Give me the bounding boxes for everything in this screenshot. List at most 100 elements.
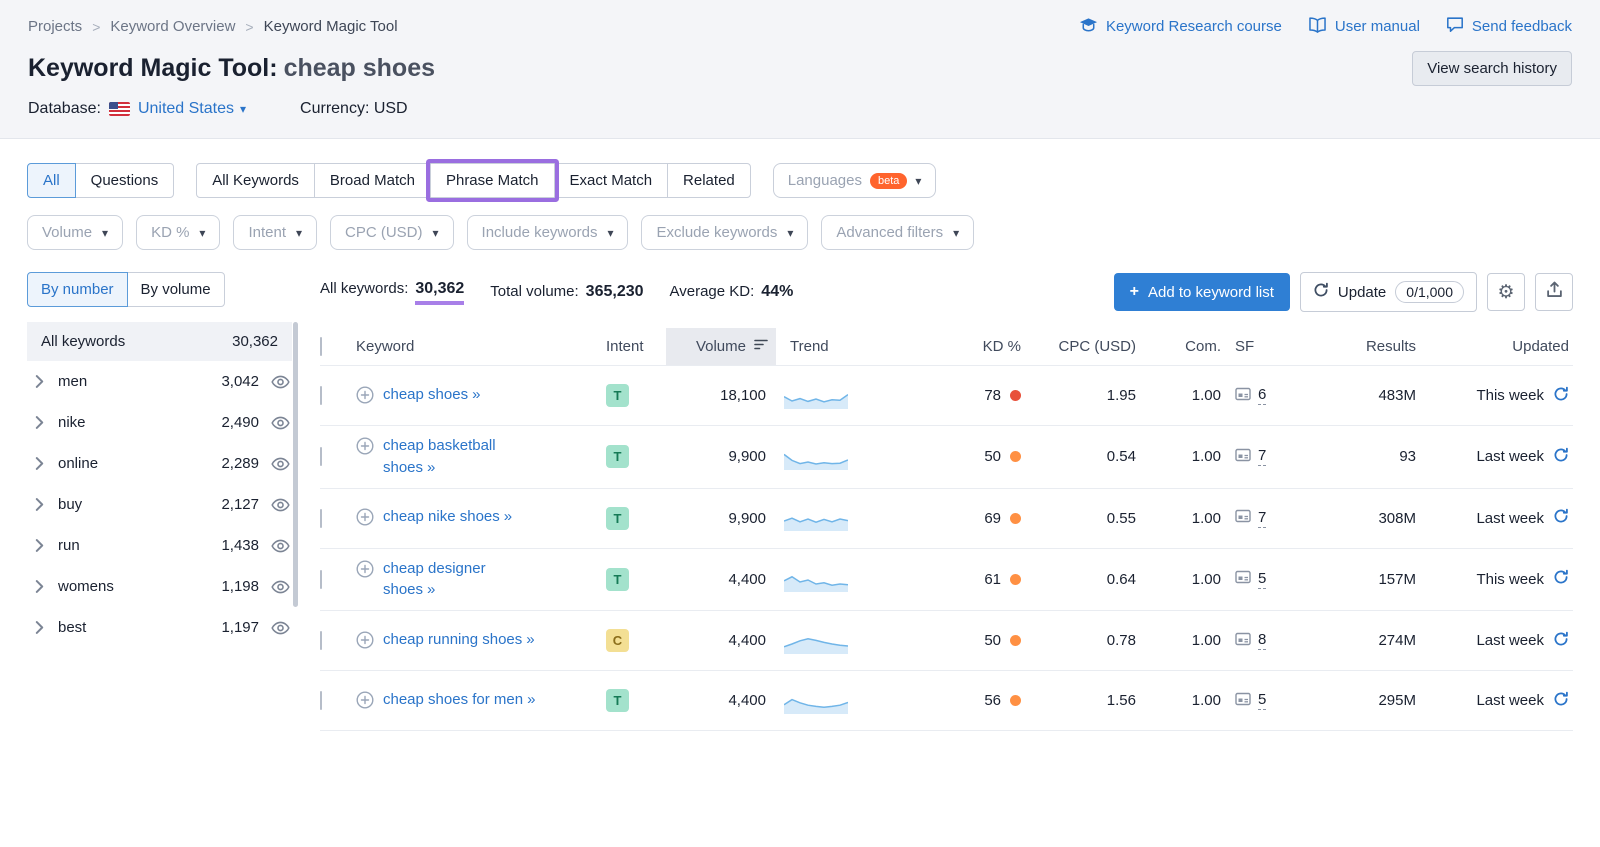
breadcrumb-keyword-overview[interactable]: Keyword Overview <box>110 18 235 35</box>
keyword-group-men[interactable]: men 3,042 <box>27 361 292 402</box>
tab-exact-match[interactable]: Exact Match <box>554 163 669 198</box>
sf-count[interactable]: 5 <box>1258 691 1266 710</box>
competition-value: 1.00 <box>1136 692 1221 709</box>
keyword-link[interactable]: cheap shoes for men» <box>383 689 535 711</box>
sf-count[interactable]: 8 <box>1258 631 1266 650</box>
updated-value: This week <box>1476 571 1544 588</box>
refresh-icon[interactable] <box>1553 386 1569 406</box>
sf-count[interactable]: 5 <box>1258 570 1266 589</box>
database-selector[interactable]: United States ▾ <box>138 100 246 118</box>
kd-value: 50 <box>984 448 1001 465</box>
filter-dropdown-exclude-keywords[interactable]: Exclude keywords ▾ <box>641 215 808 250</box>
row-checkbox[interactable] <box>320 570 322 589</box>
sf-count[interactable]: 7 <box>1258 447 1266 466</box>
intent-badge: T <box>606 384 629 407</box>
updated-value: This week <box>1476 387 1544 404</box>
keyword-group-womens[interactable]: womens 1,198 <box>27 566 292 607</box>
keyword-link[interactable]: cheap nike shoes» <box>383 506 512 528</box>
eye-icon[interactable] <box>271 621 290 635</box>
view-search-history-button[interactable]: View search history <box>1412 51 1572 86</box>
keyword-group-buy[interactable]: buy 2,127 <box>27 484 292 525</box>
breadcrumb-separator: > <box>92 19 100 35</box>
add-keyword-plus-icon[interactable] <box>356 508 374 530</box>
open-keyword-arrows-icon[interactable]: » <box>427 581 435 598</box>
column-header-volume[interactable]: Volume <box>666 328 776 365</box>
column-header-sf[interactable]: SF <box>1221 328 1301 365</box>
tab-all[interactable]: All <box>27 163 76 198</box>
open-keyword-arrows-icon[interactable]: » <box>504 508 512 525</box>
add-keyword-plus-icon[interactable] <box>356 560 374 582</box>
tab-broad-match[interactable]: Broad Match <box>314 163 431 198</box>
column-header-cpc[interactable]: CPC (USD) <box>1021 328 1136 365</box>
add-keyword-plus-icon[interactable] <box>356 631 374 653</box>
refresh-icon[interactable] <box>1553 447 1569 467</box>
sidebar-toggle-by-number[interactable]: By number <box>27 272 128 307</box>
settings-button[interactable]: ⚙ <box>1487 273 1525 311</box>
column-header-updated[interactable]: Updated <box>1416 328 1573 365</box>
open-keyword-arrows-icon[interactable]: » <box>527 691 535 708</box>
column-header-keyword[interactable]: Keyword <box>356 328 606 365</box>
add-keyword-plus-icon[interactable] <box>356 691 374 713</box>
refresh-icon[interactable] <box>1553 508 1569 528</box>
keyword-link[interactable]: cheap shoes» <box>383 384 480 406</box>
sidebar-scrollbar[interactable] <box>293 322 298 607</box>
tab-questions[interactable]: Questions <box>75 163 175 198</box>
eye-icon[interactable] <box>271 375 290 389</box>
column-header-trend[interactable]: Trend <box>776 328 926 365</box>
keyword-link[interactable]: cheap running shoes» <box>383 629 535 651</box>
user-manual-link[interactable]: User manual <box>1308 17 1420 37</box>
row-checkbox[interactable] <box>320 631 322 650</box>
refresh-icon[interactable] <box>1553 631 1569 651</box>
filter-dropdown-volume[interactable]: Volume ▾ <box>27 215 123 250</box>
keyword-link[interactable]: cheap basketball shoes» <box>383 435 541 479</box>
keyword-research-course-link[interactable]: Keyword Research course <box>1079 17 1282 37</box>
export-button[interactable] <box>1535 273 1573 311</box>
summary-row: All keywords: 30,362 Total volume: 365,2… <box>320 272 1573 312</box>
add-to-keyword-list-button[interactable]: + Add to keyword list <box>1114 273 1290 311</box>
filter-dropdown-advanced-filters[interactable]: Advanced filters ▾ <box>821 215 974 250</box>
tab-all-keywords[interactable]: All Keywords <box>196 163 315 198</box>
column-header-com[interactable]: Com. <box>1136 328 1221 365</box>
refresh-icon[interactable] <box>1553 691 1569 711</box>
add-keyword-plus-icon[interactable] <box>356 437 374 459</box>
select-all-checkbox[interactable] <box>320 337 322 356</box>
results-value: 274M <box>1301 632 1416 649</box>
column-header-results[interactable]: Results <box>1301 328 1416 365</box>
row-checkbox[interactable] <box>320 386 322 405</box>
row-checkbox[interactable] <box>320 691 322 710</box>
keyword-group-best[interactable]: best 1,197 <box>27 607 292 648</box>
eye-icon[interactable] <box>271 457 290 471</box>
eye-icon[interactable] <box>271 498 290 512</box>
eye-icon[interactable] <box>271 539 290 553</box>
column-header-kd[interactable]: KD % <box>926 328 1021 365</box>
row-checkbox[interactable] <box>320 447 322 466</box>
eye-icon[interactable] <box>271 416 290 430</box>
tab-related[interactable]: Related <box>667 163 751 198</box>
open-keyword-arrows-icon[interactable]: » <box>526 631 534 648</box>
send-feedback-link[interactable]: Send feedback <box>1446 16 1572 37</box>
filter-dropdown-include-keywords[interactable]: Include keywords ▾ <box>467 215 629 250</box>
filter-dropdown-intent[interactable]: Intent ▾ <box>233 215 317 250</box>
row-checkbox[interactable] <box>320 509 322 528</box>
breadcrumb-projects[interactable]: Projects <box>28 18 82 35</box>
filter-dropdown-kd[interactable]: KD % ▾ <box>136 215 220 250</box>
open-keyword-arrows-icon[interactable]: » <box>427 459 435 476</box>
updated-value: Last week <box>1476 448 1544 465</box>
tab-phrase-match[interactable]: Phrase Match <box>430 163 555 198</box>
add-keyword-plus-icon[interactable] <box>356 386 374 408</box>
sidebar-toggle-by-volume[interactable]: By volume <box>127 272 225 307</box>
keyword-link[interactable]: cheap designer shoes» <box>383 558 541 602</box>
keyword-group-run[interactable]: run 1,438 <box>27 525 292 566</box>
eye-icon[interactable] <box>271 580 290 594</box>
languages-dropdown[interactable]: Languages beta ▾ <box>773 163 937 198</box>
column-header-intent[interactable]: Intent <box>606 328 666 365</box>
all-keywords-group[interactable]: All keywords 30,362 <box>27 322 292 361</box>
sf-count[interactable]: 6 <box>1258 386 1266 405</box>
sf-count[interactable]: 7 <box>1258 509 1266 528</box>
update-button[interactable]: Update 0/1,000 <box>1300 272 1477 312</box>
keyword-group-online[interactable]: online 2,289 <box>27 443 292 484</box>
refresh-icon[interactable] <box>1553 569 1569 589</box>
open-keyword-arrows-icon[interactable]: » <box>472 386 480 403</box>
filter-dropdown-cpc-usd[interactable]: CPC (USD) ▾ <box>330 215 454 250</box>
keyword-group-nike[interactable]: nike 2,490 <box>27 402 292 443</box>
